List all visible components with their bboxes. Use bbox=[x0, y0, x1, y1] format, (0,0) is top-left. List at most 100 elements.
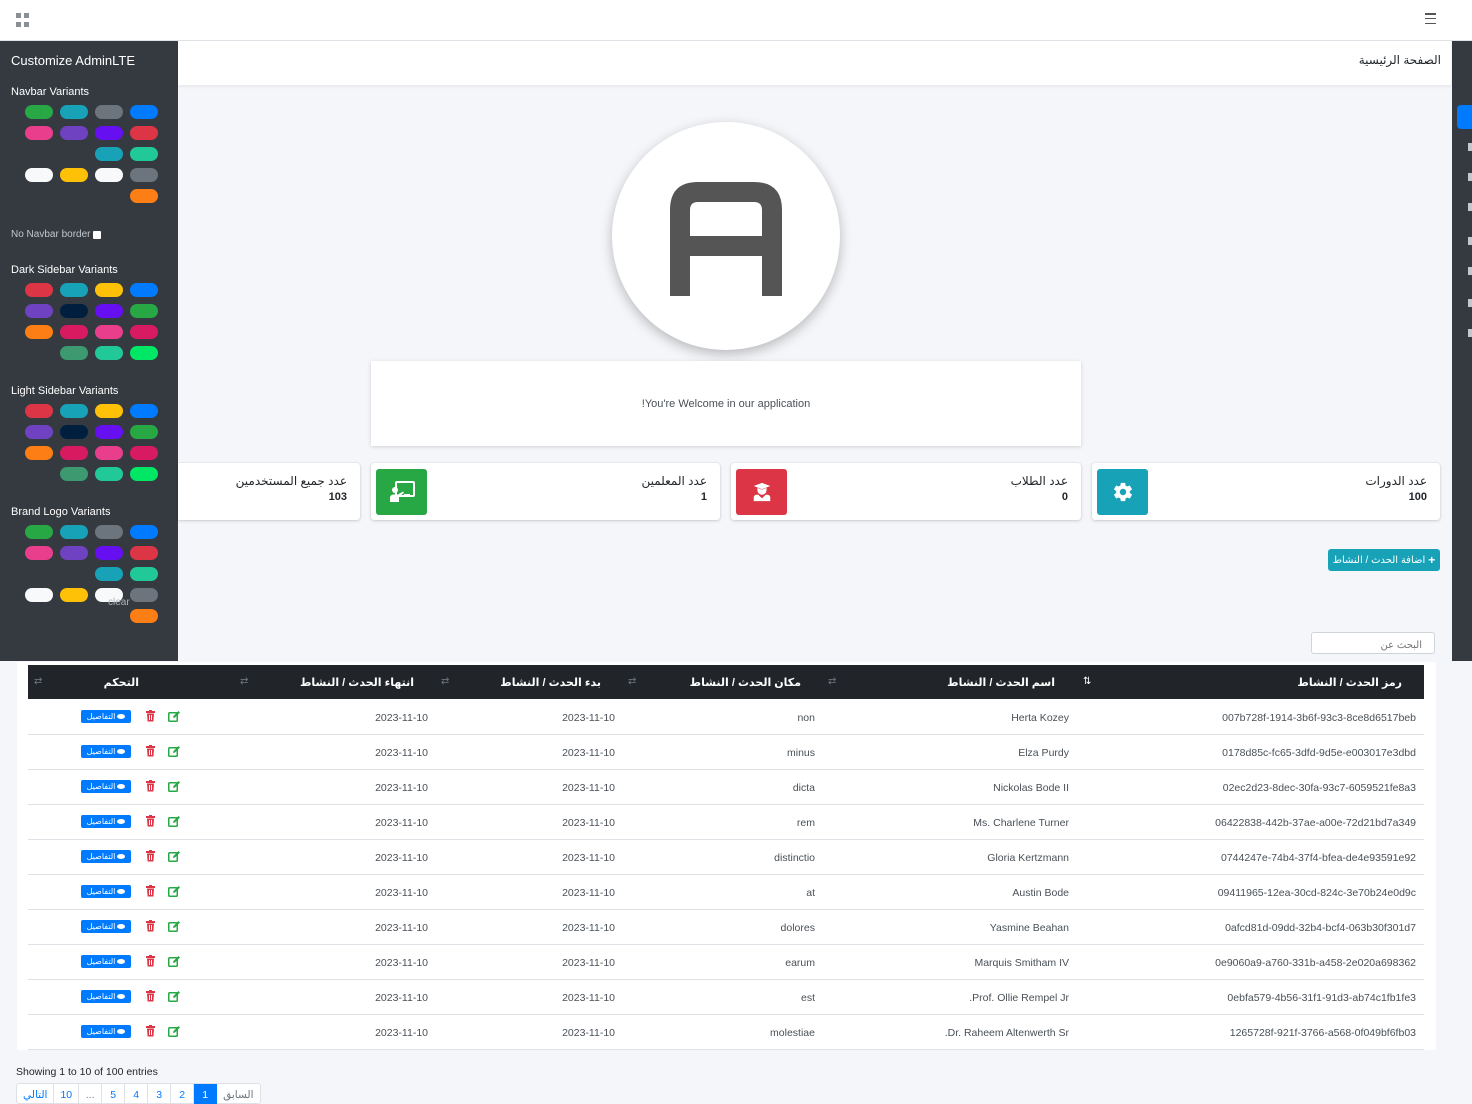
color-swatch[interactable] bbox=[25, 168, 53, 182]
trash-icon[interactable] bbox=[146, 849, 155, 862]
color-swatch[interactable] bbox=[95, 425, 123, 439]
sort-icon[interactable]: ⇄ bbox=[828, 676, 836, 687]
color-swatch[interactable] bbox=[130, 467, 158, 481]
edit-icon[interactable] bbox=[168, 709, 181, 722]
color-swatch[interactable] bbox=[130, 609, 158, 623]
color-swatch[interactable] bbox=[60, 126, 88, 140]
color-swatch[interactable] bbox=[95, 325, 123, 339]
color-swatch[interactable] bbox=[60, 404, 88, 418]
color-swatch[interactable] bbox=[25, 126, 53, 140]
color-swatch[interactable] bbox=[60, 467, 88, 481]
column-location[interactable]: مكان الحدث / النشاط bbox=[690, 676, 801, 689]
grid-icon[interactable] bbox=[16, 13, 30, 27]
color-swatch[interactable] bbox=[60, 525, 88, 539]
details-button[interactable]: التفاصيل bbox=[81, 710, 131, 723]
edit-icon[interactable] bbox=[168, 1024, 181, 1037]
sidebar-icon[interactable] bbox=[1468, 299, 1472, 307]
color-swatch[interactable] bbox=[130, 105, 158, 119]
edit-icon[interactable] bbox=[168, 849, 181, 862]
search-input[interactable] bbox=[1311, 632, 1435, 654]
color-swatch[interactable] bbox=[130, 346, 158, 360]
color-swatch[interactable] bbox=[130, 304, 158, 318]
page-link[interactable]: 1 bbox=[194, 1084, 218, 1104]
color-swatch[interactable] bbox=[25, 105, 53, 119]
color-swatch[interactable] bbox=[130, 425, 158, 439]
sidebar-icon[interactable] bbox=[1468, 143, 1472, 151]
color-swatch[interactable] bbox=[95, 446, 123, 460]
color-swatch[interactable] bbox=[25, 304, 53, 318]
color-swatch[interactable] bbox=[95, 105, 123, 119]
sidebar-icon[interactable] bbox=[1468, 203, 1472, 211]
color-swatch[interactable] bbox=[130, 189, 158, 203]
details-button[interactable]: التفاصيل bbox=[81, 745, 131, 758]
details-button[interactable]: التفاصيل bbox=[81, 780, 131, 793]
color-swatch[interactable] bbox=[130, 546, 158, 560]
color-swatch[interactable] bbox=[95, 567, 123, 581]
color-swatch[interactable] bbox=[60, 546, 88, 560]
sidebar-icon[interactable] bbox=[1468, 173, 1472, 181]
page-link[interactable]: السابق bbox=[217, 1084, 259, 1104]
page-link[interactable]: ... bbox=[79, 1084, 103, 1104]
color-swatch[interactable] bbox=[95, 467, 123, 481]
sidebar-icon[interactable] bbox=[1468, 267, 1472, 275]
color-swatch[interactable] bbox=[130, 283, 158, 297]
details-button[interactable]: التفاصيل bbox=[81, 920, 131, 933]
color-swatch[interactable] bbox=[60, 283, 88, 297]
color-swatch[interactable] bbox=[25, 546, 53, 560]
clear-link[interactable]: clear bbox=[108, 597, 130, 608]
color-swatch[interactable] bbox=[25, 588, 53, 602]
edit-icon[interactable] bbox=[168, 744, 181, 757]
edit-icon[interactable] bbox=[168, 989, 181, 1002]
trash-icon[interactable] bbox=[146, 1024, 155, 1037]
color-swatch[interactable] bbox=[60, 304, 88, 318]
color-swatch[interactable] bbox=[60, 147, 88, 161]
color-swatch[interactable] bbox=[60, 588, 88, 602]
color-swatch[interactable] bbox=[130, 325, 158, 339]
edit-icon[interactable] bbox=[168, 814, 181, 827]
color-swatch[interactable] bbox=[130, 147, 158, 161]
color-swatch[interactable] bbox=[25, 147, 53, 161]
active-nav-item[interactable] bbox=[1457, 105, 1472, 129]
details-button[interactable]: التفاصيل bbox=[81, 815, 131, 828]
color-swatch[interactable] bbox=[130, 588, 158, 602]
color-swatch[interactable] bbox=[25, 525, 53, 539]
color-swatch[interactable] bbox=[95, 126, 123, 140]
trash-icon[interactable] bbox=[146, 779, 155, 792]
page-link[interactable]: 4 bbox=[125, 1084, 149, 1104]
page-link[interactable]: التالي bbox=[17, 1084, 55, 1104]
color-swatch[interactable] bbox=[95, 147, 123, 161]
trash-icon[interactable] bbox=[146, 814, 155, 827]
sort-icon[interactable]: ⇄ bbox=[441, 676, 449, 687]
edit-icon[interactable] bbox=[168, 954, 181, 967]
color-swatch[interactable] bbox=[95, 346, 123, 360]
trash-icon[interactable] bbox=[146, 989, 155, 1002]
color-swatch[interactable] bbox=[130, 446, 158, 460]
color-swatch[interactable] bbox=[130, 126, 158, 140]
sort-icon[interactable]: ⇄ bbox=[240, 676, 248, 687]
sort-icon[interactable]: ⇄ bbox=[34, 676, 42, 687]
column-actions[interactable]: التحكم bbox=[104, 676, 139, 689]
color-swatch[interactable] bbox=[25, 283, 53, 297]
sort-icon[interactable]: ⇄ bbox=[628, 676, 636, 687]
details-button[interactable]: التفاصيل bbox=[81, 885, 131, 898]
edit-icon[interactable] bbox=[168, 919, 181, 932]
color-swatch[interactable] bbox=[60, 105, 88, 119]
color-swatch[interactable] bbox=[25, 446, 53, 460]
color-swatch[interactable] bbox=[130, 567, 158, 581]
color-swatch[interactable] bbox=[25, 404, 53, 418]
color-swatch[interactable] bbox=[25, 567, 53, 581]
no-navbar-border-option[interactable]: No Navbar border bbox=[11, 229, 178, 240]
sort-asc-icon[interactable]: ⇅ bbox=[1083, 676, 1091, 687]
add-activity-button[interactable]: + اضافة الحدث / النشاط bbox=[1328, 549, 1440, 571]
color-swatch[interactable] bbox=[95, 168, 123, 182]
column-start[interactable]: بدء الحدث / النشاط bbox=[500, 676, 601, 689]
color-swatch[interactable] bbox=[95, 525, 123, 539]
color-swatch[interactable] bbox=[25, 325, 53, 339]
column-end[interactable]: انتهاء الحدث / النشاط bbox=[300, 676, 414, 689]
details-button[interactable]: التفاصيل bbox=[81, 1025, 131, 1038]
page-link[interactable]: 10 bbox=[54, 1084, 80, 1104]
trash-icon[interactable] bbox=[146, 919, 155, 932]
color-swatch[interactable] bbox=[60, 325, 88, 339]
trash-icon[interactable] bbox=[146, 954, 155, 967]
details-button[interactable]: التفاصيل bbox=[81, 850, 131, 863]
